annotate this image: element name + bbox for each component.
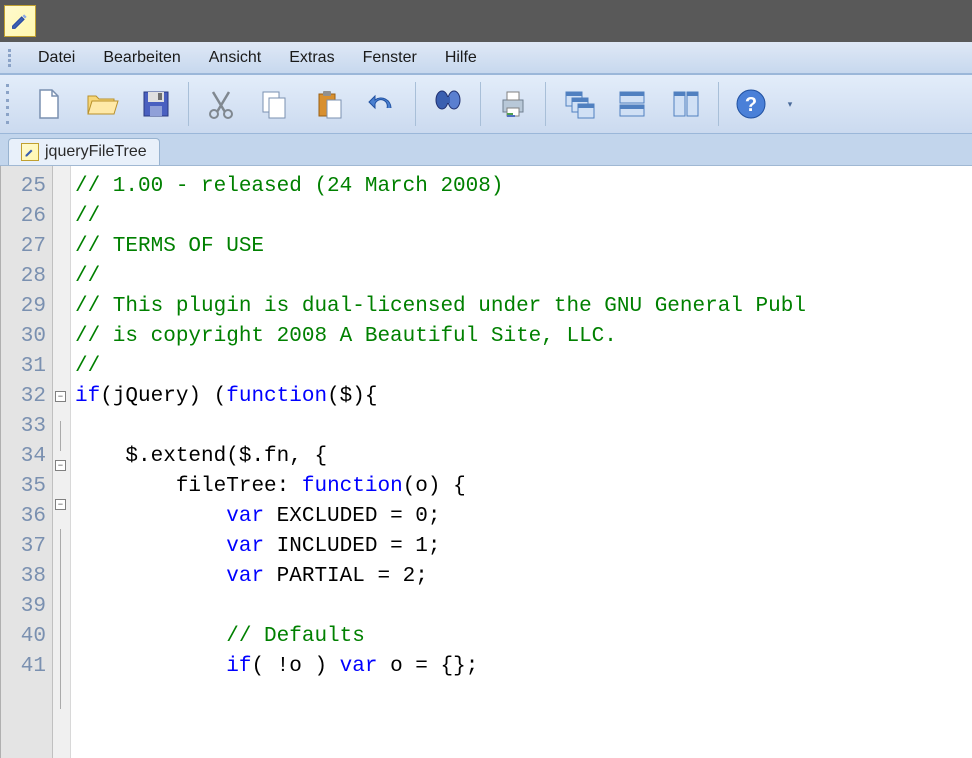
menu-bearbeiten[interactable]: Bearbeiten	[89, 45, 194, 71]
tab-jqueryfiletree[interactable]: jqueryFileTree	[8, 138, 160, 165]
menu-datei[interactable]: Datei	[24, 45, 89, 71]
fold-guide	[60, 559, 70, 589]
line-number: 26	[17, 202, 46, 232]
toolbar-separator	[415, 82, 416, 126]
toolbar-separator	[480, 82, 481, 126]
menu-hilfe[interactable]: Hilfe	[431, 45, 491, 71]
code-line[interactable]: // This plugin is dual-licensed under th…	[75, 292, 972, 322]
toolbar-separator	[188, 82, 189, 126]
code-line[interactable]: fileTree: function(o) {	[75, 472, 972, 502]
menubar-grip[interactable]	[8, 48, 14, 68]
code-content[interactable]: // 1.00 - released (24 March 2008)//// T…	[71, 166, 972, 758]
fold-guide	[60, 679, 70, 709]
line-number: 30	[17, 322, 46, 352]
code-line[interactable]: //	[75, 262, 972, 292]
code-line[interactable]: //	[75, 352, 972, 382]
toolbar-separator	[718, 82, 719, 126]
line-number: 39	[17, 592, 46, 622]
code-editor[interactable]: 2526272829303132333435363738394041 − − − /…	[0, 166, 972, 758]
line-number: 28	[17, 262, 46, 292]
line-number-gutter: 2526272829303132333435363738394041	[1, 166, 53, 758]
tab-label: jqueryFileTree	[45, 143, 147, 161]
code-line[interactable]: // is copyright 2008 A Beautiful Site, L…	[75, 322, 972, 352]
line-number: 40	[17, 622, 46, 652]
new-file-icon	[30, 86, 66, 122]
code-line[interactable]: $.extend($.fn, {	[75, 442, 972, 472]
cascade-icon	[560, 86, 596, 122]
line-number: 41	[17, 652, 46, 682]
help-icon: ?	[733, 86, 769, 122]
menubar: Datei Bearbeiten Ansicht Extras Fenster …	[0, 42, 972, 74]
find-button[interactable]	[422, 80, 474, 128]
code-line[interactable]: if( !o ) var o = {};	[75, 652, 972, 682]
line-number: 36	[17, 502, 46, 532]
fold-guide	[60, 529, 70, 559]
line-number: 27	[17, 232, 46, 262]
code-line[interactable]: // Defaults	[75, 622, 972, 652]
undo-button[interactable]	[357, 80, 409, 128]
code-line[interactable]: // TERMS OF USE	[75, 232, 972, 262]
line-number: 29	[17, 292, 46, 322]
copy-icon	[257, 86, 293, 122]
code-line[interactable]: if(jQuery) (function($){	[75, 382, 972, 412]
toolbar: ? ▾	[0, 74, 972, 134]
fold-toggle[interactable]: −	[55, 499, 66, 510]
line-number: 34	[17, 442, 46, 472]
tile-vertical-icon	[668, 86, 704, 122]
code-line[interactable]: //	[75, 202, 972, 232]
tile-horizontal-icon	[614, 86, 650, 122]
fold-guide	[60, 589, 70, 619]
print-icon	[495, 86, 531, 122]
save-button[interactable]	[130, 80, 182, 128]
toolbar-separator	[545, 82, 546, 126]
print-button[interactable]	[487, 80, 539, 128]
toolbar-overflow[interactable]: ▾	[783, 80, 797, 128]
line-number: 25	[17, 172, 46, 202]
paste-button[interactable]	[303, 80, 355, 128]
fold-toggle[interactable]: −	[55, 460, 66, 471]
open-folder-icon	[84, 86, 120, 122]
fold-gutter: − − −	[53, 166, 71, 758]
code-line[interactable]: var EXCLUDED = 0;	[75, 502, 972, 532]
help-button[interactable]: ?	[725, 80, 777, 128]
line-number: 32	[17, 382, 46, 412]
fold-toggle[interactable]: −	[55, 391, 66, 402]
toolbar-grip[interactable]	[6, 82, 12, 126]
tile-vertical-button[interactable]	[660, 80, 712, 128]
find-icon	[430, 86, 466, 122]
code-line[interactable]: var INCLUDED = 1;	[75, 532, 972, 562]
code-line[interactable]: // 1.00 - released (24 March 2008)	[75, 172, 972, 202]
line-number: 31	[17, 352, 46, 382]
file-icon	[21, 143, 39, 161]
fold-guide	[60, 619, 70, 649]
code-line[interactable]: var PARTIAL = 2;	[75, 562, 972, 592]
cascade-windows-button[interactable]	[552, 80, 604, 128]
chevron-down-icon: ▾	[788, 99, 793, 110]
titlebar	[0, 0, 972, 42]
menu-fenster[interactable]: Fenster	[349, 45, 431, 71]
fold-guide	[60, 421, 70, 451]
fold-guide	[60, 649, 70, 679]
cut-button[interactable]	[195, 80, 247, 128]
open-button[interactable]	[76, 80, 128, 128]
save-icon	[138, 86, 174, 122]
copy-button[interactable]	[249, 80, 301, 128]
new-file-button[interactable]	[22, 80, 74, 128]
cut-icon	[203, 86, 239, 122]
app-icon	[4, 5, 36, 37]
code-line[interactable]	[75, 592, 972, 622]
svg-text:?: ?	[745, 94, 757, 116]
menu-ansicht[interactable]: Ansicht	[195, 45, 275, 71]
line-number: 37	[17, 532, 46, 562]
undo-icon	[365, 86, 401, 122]
tabbar: jqueryFileTree	[0, 134, 972, 166]
code-line[interactable]	[75, 412, 972, 442]
line-number: 33	[17, 412, 46, 442]
line-number: 35	[17, 472, 46, 502]
tile-horizontal-button[interactable]	[606, 80, 658, 128]
line-number: 38	[17, 562, 46, 592]
paste-icon	[311, 86, 347, 122]
menu-extras[interactable]: Extras	[275, 45, 348, 71]
